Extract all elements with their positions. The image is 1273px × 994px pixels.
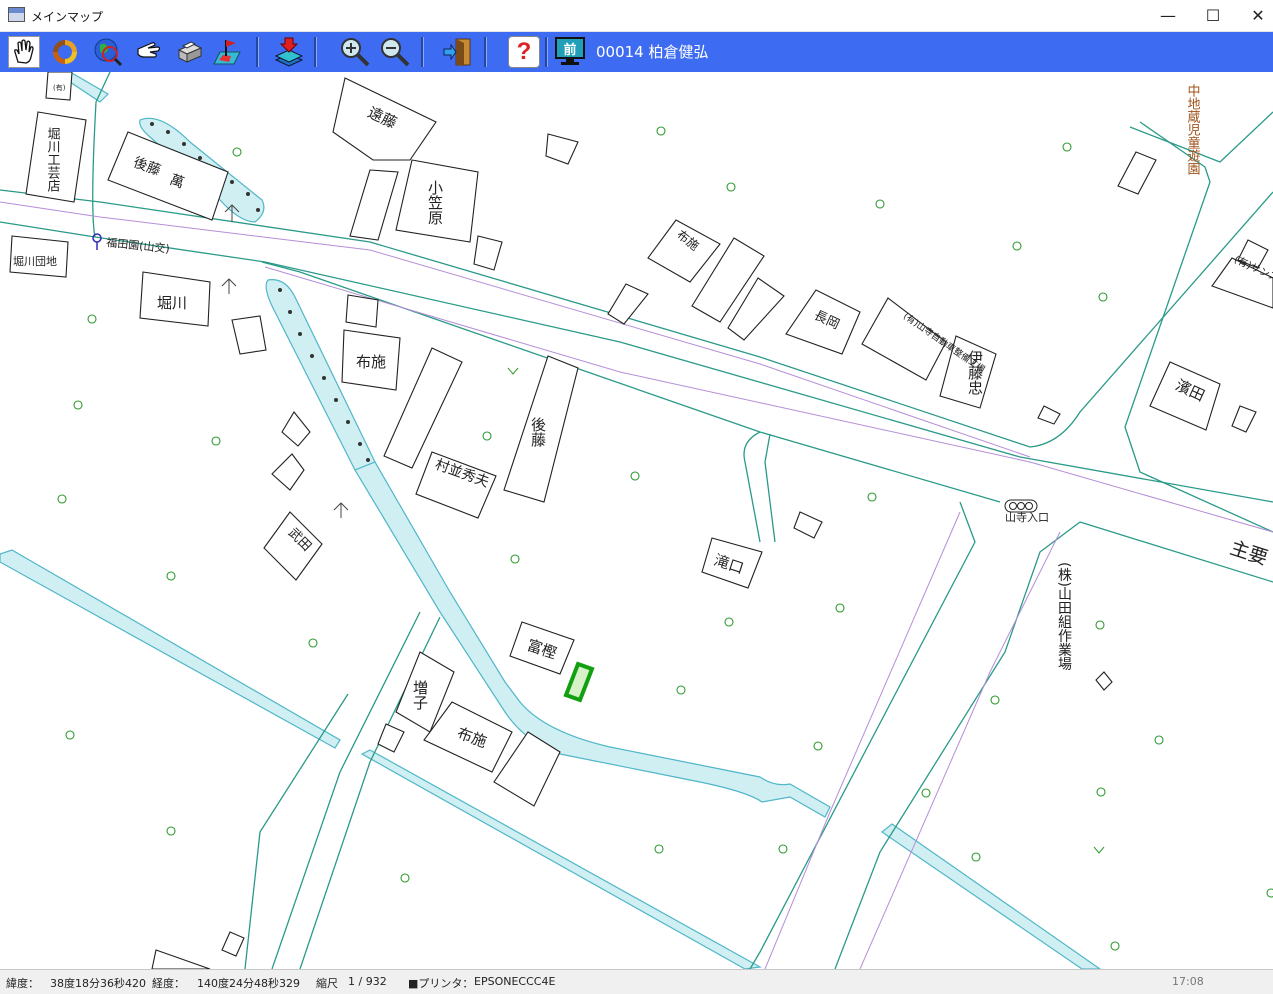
zoom-in-icon[interactable] [339,36,371,68]
toolbar-separator [545,37,548,67]
minimize-button[interactable]: — [1145,0,1191,31]
label-intersection: 山寺入口 [1005,511,1049,524]
waterways [0,72,1102,969]
label-yamada-sagyo: (株)山田組作業場 [1056,562,1072,671]
zoom-out-icon[interactable] [379,36,411,68]
latitude-value: 38度18分36秒420 [50,977,146,990]
previous-label: 前 [563,42,577,58]
map-canvas[interactable]: 遠藤 (有) 堀川工芸店 後藤 萬 小笠原 中地蔵児童遊園 福田園(山交) 堀川… [0,72,1273,969]
longitude-value: 140度24分48秒329 [197,977,300,990]
layer-download-icon[interactable] [273,36,305,68]
buildings [9,72,1273,969]
printer-value: EPSONECCC4E [474,975,556,988]
label-fuse-1: 布施 [356,353,386,371]
printer-label: ■プリンタ： [408,977,474,990]
maximize-button[interactable]: ☐ [1190,0,1236,31]
label-horikawa-kougei: 堀川工芸店 [45,127,61,192]
toolbar-separator [421,37,424,67]
close-button[interactable]: ✕ [1235,0,1273,31]
label-masuko: 増子 [411,680,429,710]
exit-door-icon[interactable] [442,36,474,68]
status-bar: 緯度： 38度18分36秒420 経度： 140度24分48秒329 縮尺 1 … [0,969,1273,994]
current-record-label: 00014 柏倉健弘 [596,43,709,61]
toolbar-separator [256,37,259,67]
map-svg[interactable]: 遠藤 (有) 堀川工芸店 後藤 萬 小笠原 中地蔵児童遊園 福田園(山交) 堀川… [0,72,1273,969]
previous-monitor-icon[interactable]: 前 [554,36,586,68]
app-icon [8,7,25,22]
latitude-label: 緯度： [6,977,39,990]
toolbar-separator [484,37,487,67]
title-bar: メインマップ — ☐ ✕ [0,0,1273,32]
help-icon-glyph: ? [516,38,532,65]
label-goto-2: 後藤 [529,417,547,448]
scale-label: 縮尺 [316,977,338,990]
label-horikawa-danchi: 堀川団地 [13,255,57,268]
help-icon[interactable]: ? [508,36,540,68]
longitude-label: 経度： [152,977,185,990]
scale-value: 1 / 932 [348,975,387,988]
refresh-cycle-icon[interactable] [49,36,81,68]
selected-parcel[interactable] [563,661,595,703]
pan-hand-icon[interactable] [8,36,40,68]
label-nakaji-park: 中地蔵児童遊園 [1185,84,1201,175]
label-ogasawara: 小笠原 [426,180,444,225]
label-ito-tada: 伊藤忠 [966,350,984,395]
label-small: (有) [53,83,66,92]
globe-search-icon[interactable] [92,36,124,68]
toolbar: ? 前 00014 柏倉健弘 [0,32,1273,72]
label-horikawa: 堀川 [157,294,187,312]
label-main-road: 主要 [1227,537,1270,570]
clock: 17:08 [1172,975,1204,988]
label-bus-stop: 福田園(山交) [106,235,171,256]
pointer-hand-icon[interactable] [133,36,165,68]
toolbar-separator [314,37,317,67]
printer-icon[interactable] [173,36,205,68]
window-title: メインマップ [31,10,104,24]
map-flag-icon[interactable] [211,36,243,68]
